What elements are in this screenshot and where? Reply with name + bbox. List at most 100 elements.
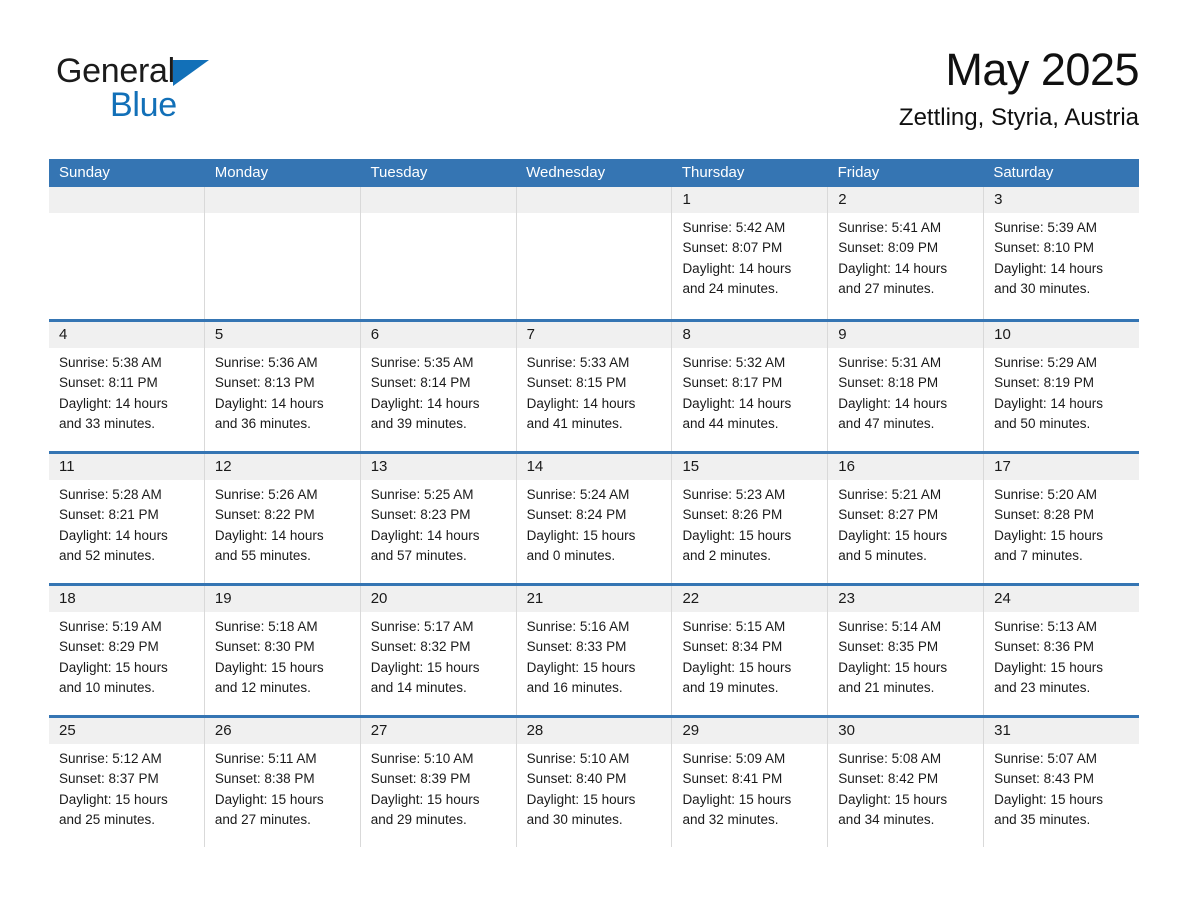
day-info: Sunrise: 5:11 AM Sunset: 8:38 PM Daylight:… [205,744,360,830]
daylight-text-line2: and 52 minutes. [59,547,156,563]
day-cell[interactable]: 7 Sunrise: 5:33 AM Sunset: 8:15 PM Daylight… [516,322,673,451]
sunrise-text: Sunrise: 5:41 AM [838,220,942,235]
sunrise-text: Sunrise: 5:11 AM [214,751,317,766]
sunset-text: Sunset: 8:18 PM [838,375,939,391]
day-cell[interactable]: 24 Sunrise: 5:13 AM Sunset: 8:36 PM Dayligh… [984,586,1140,715]
day-cell[interactable]: 31 Sunrise: 5:07 AM Sunset: 8:43 PM Dayligh… [984,718,1140,847]
day-cell[interactable]: 10 Sunrise: 5:29 AM Sunset: 8:19 PM Dayligh… [984,322,1140,451]
sunrise-text: Sunrise: 5:28 AM [59,487,162,502]
day-cell[interactable]: 11 Sunrise: 5:28 AM Sunset: 8:21 PM Dayligh… [49,454,205,583]
daylight-text-line1: Daylight: 14 hours [526,395,636,411]
daylight-text-line2: and 39 minutes. [370,415,467,431]
day-info: Sunrise: 5:38 AM Sunset: 8:11 PM Daylight:… [49,348,204,434]
day-number-band: 17 [984,454,1140,480]
day-cell[interactable]: 14 Sunrise: 5:24 AM Sunset: 8:24 PM Dayligh… [516,454,673,583]
daylight-text-line1: Daylight: 15 hours [214,659,324,675]
day-cell[interactable]: 25 Sunrise: 5:12 AM Sunset: 8:37 PM Dayligh… [49,718,205,847]
day-cell[interactable]: 12 Sunrise: 5:26 AM Sunset: 8:22 PM Dayligh… [204,454,361,583]
sunrise-text: Sunrise: 5:08 AM [838,751,942,766]
day-info: Sunrise: 5:12 AM Sunset: 8:37 PM Daylight:… [49,744,204,830]
daylight-text-line2: and 34 minutes. [838,811,935,827]
day-cell[interactable]: 5 Sunrise: 5:36 AM Sunset: 8:13 PM Daylight… [204,322,361,451]
daylight-text-line2: and 50 minutes. [994,415,1091,431]
sunset-text: Sunset: 8:22 PM [214,507,315,523]
day-number-band: 19 [204,586,360,612]
sunrise-text: Sunrise: 5:32 AM [682,355,786,370]
day-cell[interactable]: 4 Sunrise: 5:38 AM Sunset: 8:11 PM Daylight… [49,322,205,451]
day-cell[interactable]: 23 Sunrise: 5:14 AM Sunset: 8:35 PM Dayligh… [828,586,985,715]
sunset-text: Sunset: 8:39 PM [370,771,471,787]
daylight-text-line2: and 24 minutes. [682,280,779,296]
daylight-text-line1: Daylight: 14 hours [994,260,1103,276]
daylight-text-line2: and 0 minutes. [526,547,616,563]
daylight-text-line1: Daylight: 14 hours [370,395,480,411]
daylight-text-line2: and 30 minutes. [526,811,623,827]
day-cell[interactable]: 15 Sunrise: 5:23 AM Sunset: 8:26 PM Dayligh… [672,454,829,583]
sunrise-text: Sunrise: 5:10 AM [370,751,474,766]
day-number: 30 [838,722,855,739]
day-cell[interactable]: 26 Sunrise: 5:11 AM Sunset: 8:38 PM Dayligh… [204,718,361,847]
day-info: Sunrise: 5:35 AM Sunset: 8:14 PM Daylight:… [361,348,516,434]
sunset-text: Sunset: 8:38 PM [214,771,315,787]
daylight-text-line1: Daylight: 15 hours [838,791,948,807]
weekday-friday: Friday [837,164,880,181]
day-number: 1 [682,191,691,208]
sunset-text: Sunset: 8:09 PM [838,240,939,256]
sunrise-text: Sunrise: 5:36 AM [214,355,318,370]
day-info: Sunrise: 5:07 AM Sunset: 8:43 PM Daylight:… [984,744,1139,830]
day-cell[interactable]: 6 Sunrise: 5:35 AM Sunset: 8:14 PM Daylight… [360,322,517,451]
sunrise-text: Sunrise: 5:25 AM [370,487,474,502]
day-number-band: 30 [828,718,984,744]
day-cell[interactable]: 30 Sunrise: 5:08 AM Sunset: 8:42 PM Dayligh… [828,718,985,847]
day-cell[interactable]: 9 Sunrise: 5:31 AM Sunset: 8:18 PM Daylight… [828,322,985,451]
day-cell[interactable]: 28 Sunrise: 5:10 AM Sunset: 8:40 PM Dayligh… [516,718,673,847]
sunset-text: Sunset: 8:42 PM [838,771,939,787]
day-number: 7 [526,326,535,343]
daylight-text-line1: Daylight: 15 hours [526,527,636,543]
day-info: Sunrise: 5:31 AM Sunset: 8:18 PM Daylight:… [828,348,983,434]
logo-top-row: General [56,52,256,92]
daylight-text-line2: and 14 minutes. [370,679,467,695]
day-cell[interactable]: 8 Sunrise: 5:32 AM Sunset: 8:17 PM Daylight… [672,322,829,451]
day-cell[interactable]: 21 Sunrise: 5:16 AM Sunset: 8:33 PM Dayligh… [516,586,673,715]
day-cell[interactable]: 3 Sunrise: 5:39 AM Sunset: 8:10 PM Daylight… [984,187,1140,319]
day-cell[interactable]: 19 Sunrise: 5:18 AM Sunset: 8:30 PM Dayligh… [204,586,361,715]
day-info: Sunrise: 5:24 AM Sunset: 8:24 PM Daylight:… [517,480,672,566]
sunset-text: Sunset: 8:14 PM [370,375,471,391]
day-cell[interactable]: 22 Sunrise: 5:15 AM Sunset: 8:34 PM Dayligh… [672,586,829,715]
day-number: 24 [994,590,1011,607]
sunset-text: Sunset: 8:24 PM [526,507,627,523]
day-number: 31 [994,722,1011,739]
day-cell-empty [204,187,361,319]
day-cell[interactable]: 18 Sunrise: 5:19 AM Sunset: 8:29 PM Dayligh… [49,586,205,715]
day-cell-empty [516,187,673,319]
daylight-text-line2: and 41 minutes. [526,415,623,431]
weekday-header-row: Sunday Monday Tuesday Wednesday Thursday… [49,159,1139,187]
sunset-text: Sunset: 8:30 PM [214,639,315,655]
day-info: Sunrise: 5:16 AM Sunset: 8:33 PM Daylight:… [517,612,672,698]
calendar-grid: Sunday Monday Tuesday Wednesday Thursday… [49,159,1140,847]
day-cell[interactable]: 20 Sunrise: 5:17 AM Sunset: 8:32 PM Dayligh… [360,586,517,715]
daylight-text-line1: Daylight: 15 hours [370,791,480,807]
day-cell[interactable]: 13 Sunrise: 5:25 AM Sunset: 8:23 PM Dayligh… [360,454,517,583]
daylight-text-line1: Daylight: 14 hours [838,395,948,411]
day-number: 21 [526,590,544,607]
daylight-text-line1: Daylight: 15 hours [994,527,1103,543]
day-cell[interactable]: 1 Sunrise: 5:42 AM Sunset: 8:07 PM Daylight… [672,187,829,319]
day-cell[interactable]: 29 Sunrise: 5:09 AM Sunset: 8:41 PM Dayligh… [672,718,829,847]
sunset-text: Sunset: 8:07 PM [682,240,783,256]
sunrise-text: Sunrise: 5:38 AM [59,355,162,370]
day-cell[interactable]: 16 Sunrise: 5:21 AM Sunset: 8:27 PM Dayligh… [828,454,985,583]
day-cell[interactable]: 27 Sunrise: 5:10 AM Sunset: 8:39 PM Dayligh… [360,718,517,847]
day-info: Sunrise: 5:21 AM Sunset: 8:27 PM Daylight:… [828,480,983,566]
week-row: 4 Sunrise: 5:38 AM Sunset: 8:11 PM Daylight… [49,319,1140,451]
sunrise-text: Sunrise: 5:14 AM [838,619,942,634]
day-info: Sunrise: 5:17 AM Sunset: 8:32 PM Daylight:… [361,612,516,698]
day-cell[interactable]: 2 Sunrise: 5:41 AM Sunset: 8:09 PM Daylight… [828,187,985,319]
day-number-band: 25 [49,718,204,744]
sunrise-text: Sunrise: 5:42 AM [682,220,786,235]
daylight-text-line1: Daylight: 15 hours [526,791,636,807]
daylight-text-line2: and 23 minutes. [994,679,1091,695]
day-cell[interactable]: 17 Sunrise: 5:20 AM Sunset: 8:28 PM Dayligh… [984,454,1140,583]
day-number-band: 26 [204,718,360,744]
